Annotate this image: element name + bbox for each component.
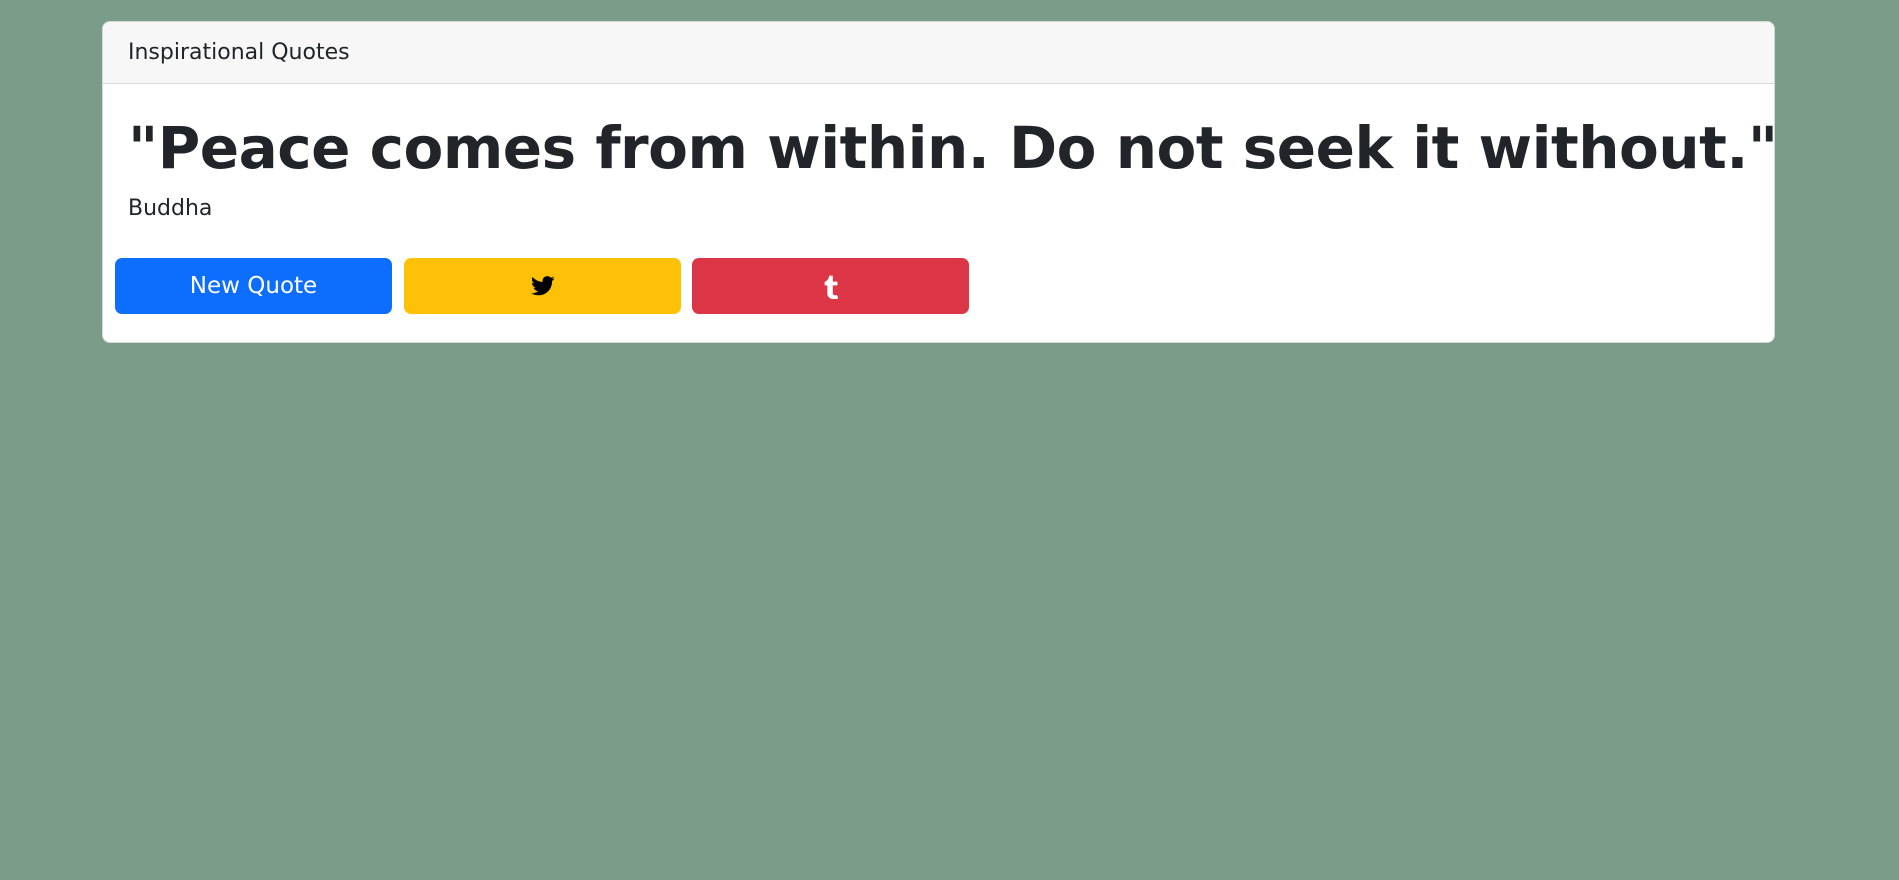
tumblr-quote-button[interactable] [692,258,969,314]
card-header: Inspirational Quotes [103,22,1774,84]
twitter-icon [530,276,555,296]
quote-text: "Peace comes from within. Do not seek it… [128,114,1775,182]
new-quote-button[interactable]: New Quote [115,258,392,314]
card-body: "Peace comes from within. Do not seek it… [103,84,1775,342]
quote-author: Buddha [128,196,213,221]
tweet-quote-button[interactable] [404,258,681,314]
quote-card: Inspirational Quotes "Peace comes from w… [102,21,1775,343]
card-title: Inspirational Quotes [128,40,350,65]
tumblr-icon [823,273,839,299]
